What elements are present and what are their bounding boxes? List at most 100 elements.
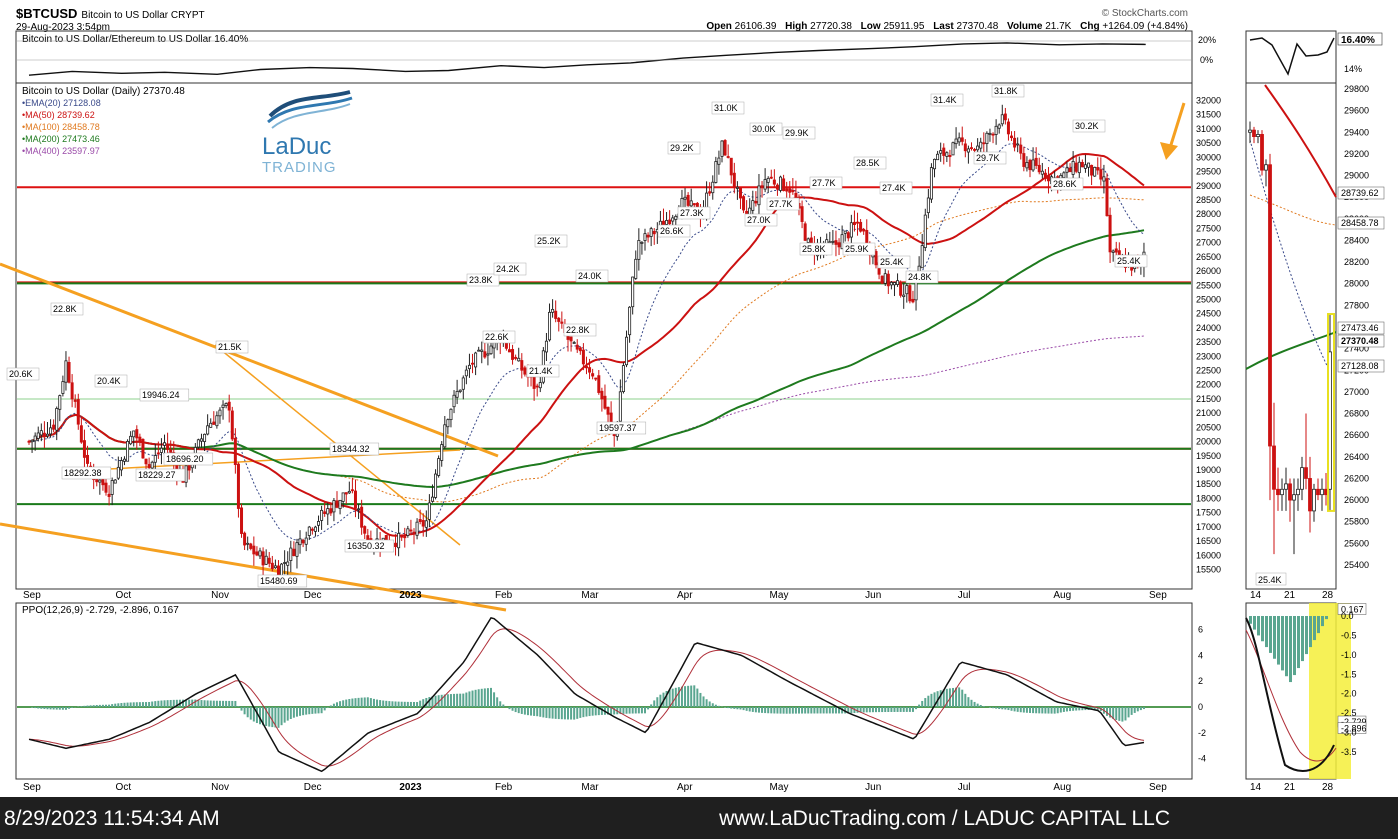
price-y-tick-label: 19000 (1196, 465, 1221, 475)
ppo-histogram-bar (215, 700, 218, 707)
ppo-histogram-bar (212, 700, 215, 707)
zoom-candle-body (1276, 488, 1280, 496)
candle-body (603, 395, 607, 409)
candle-body (538, 382, 542, 389)
candle-body (606, 406, 610, 415)
zoom-price-y-tick: 25800 (1344, 517, 1369, 527)
candle-body (132, 430, 136, 438)
candle-body (942, 147, 946, 156)
candle-body (246, 542, 250, 545)
ppo-histogram-bar (468, 691, 471, 707)
ppo-histogram-bar (83, 705, 86, 707)
candle-body (892, 282, 896, 286)
price-annotation: 27.4K (882, 183, 906, 193)
candle-body (520, 360, 524, 371)
zoom-ppo-y-tick: -1.0 (1341, 650, 1357, 660)
ppo-histogram-bar (1047, 707, 1050, 714)
candle-body (507, 349, 511, 353)
candle-body (1046, 175, 1050, 182)
candle-body (1077, 161, 1081, 174)
price-y-tick-label: 24500 (1196, 309, 1221, 319)
candle-body (1093, 166, 1097, 177)
candle-body (1000, 114, 1004, 125)
ppo-histogram-bar (794, 707, 797, 714)
ppo-histogram-bar (887, 707, 890, 712)
price-y-tick-label: 27500 (1196, 223, 1221, 233)
ppo-histogram-bar (708, 701, 711, 707)
price-annotation: 31.8K (994, 86, 1018, 96)
ppo-histogram-bar (369, 698, 372, 707)
candle-body (631, 276, 635, 308)
candle-body (289, 547, 293, 561)
price-y-tick-label: 23000 (1196, 351, 1221, 361)
zoom-ma50 (1264, 84, 1337, 198)
candle-body (236, 463, 240, 509)
zoom-ppo-y-tick: -0.5 (1341, 630, 1357, 640)
ppo-histogram-bar (570, 707, 573, 720)
zoom-value-label: 27473.46 (1341, 323, 1379, 333)
price-annotation: 25.8K (802, 244, 826, 254)
footer-timestamp: 8/29/2023 11:54:34 AM (4, 807, 220, 830)
candle-body (785, 188, 789, 192)
candle-body (775, 184, 779, 190)
candle-body (98, 479, 102, 483)
price-y-tick-label: 30500 (1196, 138, 1221, 148)
ppo-histogram-bar (302, 707, 305, 716)
candle-body (126, 440, 130, 462)
candle-body (156, 452, 160, 455)
ppo-histogram-bar (542, 707, 545, 718)
ppo-histogram-bar (1007, 707, 1010, 711)
ppo-histogram-bar (295, 707, 298, 717)
candle-body (923, 214, 927, 249)
ppo-histogram-bar (896, 707, 899, 712)
ppo-histogram-bar (486, 688, 489, 707)
price-annotation: 27.3K (680, 208, 704, 218)
candle-body (963, 143, 967, 152)
ppo-histogram-bar (884, 707, 887, 713)
ppo-histogram-bar (714, 704, 717, 707)
candle-body (304, 537, 308, 545)
candle-body (70, 382, 74, 400)
ppo-histogram-bar (588, 707, 591, 717)
candle-body (634, 258, 638, 279)
zoom-value-label: 27370.48 (1341, 336, 1379, 346)
ppo-histogram-bar (754, 707, 757, 713)
ppo-histogram-bar (998, 707, 1001, 710)
candle-body (64, 360, 68, 383)
candle-body (1034, 157, 1038, 166)
zoom-ppo-histogram-bar (1325, 616, 1328, 620)
candle-body (415, 521, 419, 536)
candle-body (403, 534, 407, 539)
price-y-tick-label: 25500 (1196, 280, 1221, 290)
ppo-histogram-bar (105, 704, 107, 707)
ppo-histogram-bar (705, 699, 708, 707)
candle-body (544, 340, 548, 353)
ppo-histogram-bar (631, 707, 634, 714)
ppo-histogram-bar (1142, 707, 1145, 710)
ratio-y-tick-label: 0% (1200, 55, 1213, 65)
ppo-histogram-bar (1053, 707, 1056, 714)
zoom-price-y-tick: 29600 (1344, 106, 1369, 116)
candle-body (1087, 162, 1091, 168)
price-y-tick-label: 22000 (1196, 380, 1221, 390)
zoom-candle-body (1252, 129, 1256, 137)
zoom-candle-body (1316, 488, 1320, 496)
ppo-histogram-bar (573, 707, 576, 720)
candle-body (489, 345, 493, 355)
ppo-y-tick-label: 4 (1198, 650, 1203, 660)
ppo-histogram-bar (834, 707, 837, 714)
ppo-histogram-bar (329, 705, 332, 707)
zoom-price-y-tick: 28000 (1344, 279, 1369, 289)
ppo-histogram-bar (348, 698, 351, 707)
ratio-title: Bitcoin to US Dollar/Ethereum to US Doll… (22, 34, 248, 45)
price-annotation: 22.6K (485, 332, 509, 342)
candle-body (73, 399, 77, 402)
candle-body (754, 200, 758, 204)
ppo-histogram-bar (194, 699, 197, 707)
ppo-histogram-bar (634, 707, 637, 714)
candle-body (1083, 164, 1087, 169)
candle-body (255, 551, 259, 556)
ppo-histogram-bar (576, 707, 579, 719)
candle-body (467, 364, 471, 370)
logo-text: LaDuc (262, 133, 331, 160)
